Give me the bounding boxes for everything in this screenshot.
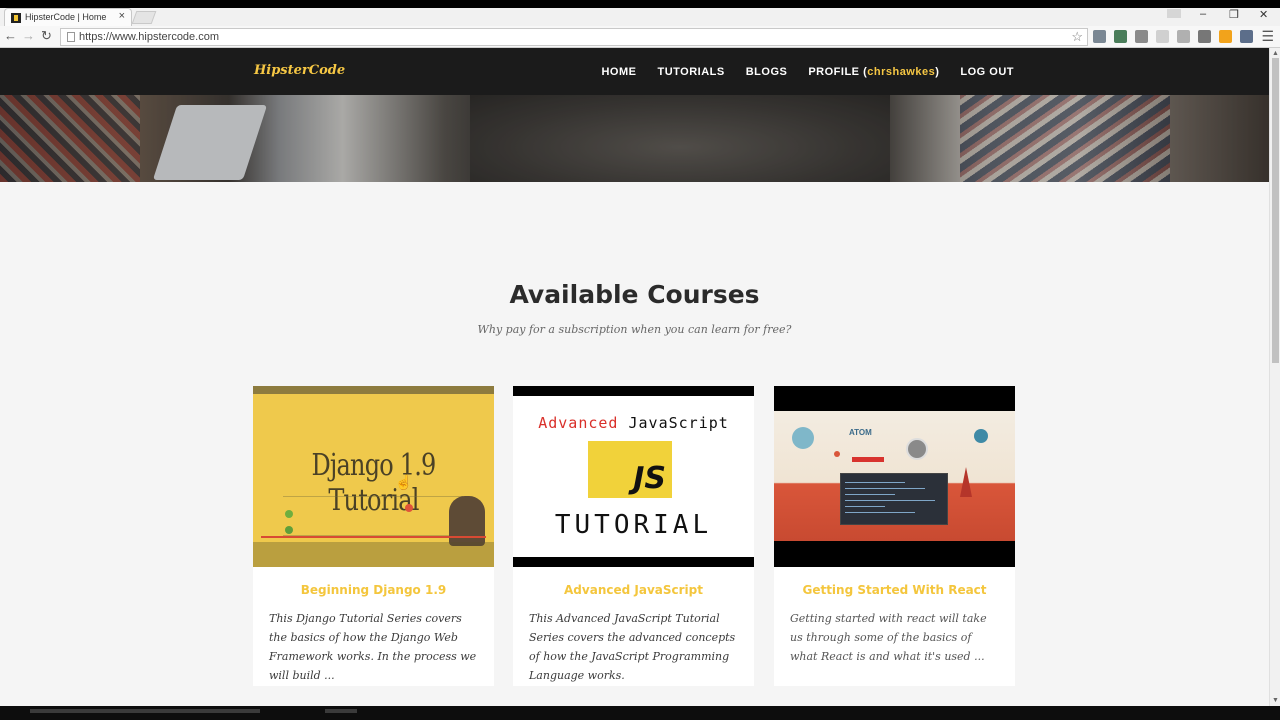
- course-card[interactable]: Advanced JavaScript JS TUTORIAL Advanced…: [513, 386, 754, 686]
- favicon-icon: [11, 13, 21, 23]
- restore-button[interactable]: ❐: [1229, 8, 1239, 21]
- thumbnail-javascript: JavaScript: [628, 414, 729, 432]
- profile-username: chrshawkes: [867, 66, 936, 78]
- profile-icon[interactable]: [1167, 9, 1181, 18]
- title-bar: [0, 0, 1280, 8]
- download-icon[interactable]: [1135, 30, 1148, 43]
- scrollbar-thumb[interactable]: [1272, 58, 1279, 363]
- tab-strip: HipsterCode | Home × – ❐ ✕: [0, 0, 1280, 26]
- nav-logout[interactable]: LOG OUT: [960, 66, 1014, 78]
- back-icon[interactable]: ←: [4, 29, 17, 43]
- main-nav: HOME TUTORIALS BLOGS PROFILE (chrshawkes…: [601, 66, 1014, 78]
- video-progress: [261, 536, 486, 538]
- course-thumbnail[interactable]: ATOM: [774, 386, 1015, 567]
- hero-image: [0, 95, 1269, 182]
- tab-close-icon[interactable]: ×: [119, 10, 125, 22]
- editor-window: [840, 473, 948, 525]
- profile-prefix: PROFILE (: [808, 66, 868, 78]
- cursor-icon: ☝: [395, 474, 413, 490]
- extension-icon-3[interactable]: [1156, 30, 1169, 43]
- course-card[interactable]: Django 1.9 Tutorial ☝ Beginning Django 1…: [253, 386, 494, 686]
- course-thumbnail[interactable]: Advanced JavaScript JS TUTORIAL: [513, 386, 754, 567]
- horizontal-scrollbar[interactable]: [0, 706, 1280, 720]
- extension-icon-6[interactable]: [1219, 30, 1232, 43]
- extension-icon-7[interactable]: [1240, 30, 1253, 43]
- reload-icon[interactable]: ↻: [41, 29, 52, 43]
- course-thumbnail[interactable]: Django 1.9 Tutorial ☝: [253, 386, 494, 567]
- browser-toolbar: ← → ↻ https://www.hipstercode.com ☆ ☰: [0, 26, 1280, 48]
- nav-profile[interactable]: PROFILE (chrshawkes): [808, 66, 939, 78]
- site-navbar: HipsterCode HOME TUTORIALS BLOGS PROFILE…: [0, 48, 1269, 95]
- nav-blogs[interactable]: BLOGS: [746, 66, 788, 78]
- video-controls[interactable]: [253, 542, 494, 567]
- minimize-button[interactable]: –: [1200, 8, 1206, 20]
- course-description: This Advanced JavaScript Tutorial Series…: [529, 612, 736, 682]
- course-title[interactable]: Getting Started With React: [774, 583, 1015, 597]
- forward-icon[interactable]: →: [22, 29, 35, 43]
- atom-logo: ATOM: [849, 428, 872, 437]
- presenter-image: [449, 496, 485, 546]
- rocket-icon: [960, 467, 972, 497]
- extension-icon-4[interactable]: [1177, 30, 1190, 43]
- site-logo[interactable]: HipsterCode: [254, 63, 345, 78]
- thumbnail-tutorial: TUTORIAL: [554, 510, 713, 540]
- extension-icon-1[interactable]: [1093, 30, 1106, 43]
- scroll-up-icon[interactable]: ▲: [1272, 50, 1279, 57]
- course-title[interactable]: Advanced JavaScript: [513, 583, 754, 597]
- course-title[interactable]: Beginning Django 1.9: [253, 583, 494, 597]
- address-bar[interactable]: https://www.hipstercode.com ☆: [60, 28, 1088, 46]
- thumbnail-advanced: Advanced: [538, 414, 619, 432]
- new-tab-button[interactable]: [131, 11, 157, 24]
- nav-tutorials[interactable]: TUTORIALS: [657, 66, 724, 78]
- play-icon: [906, 438, 928, 460]
- scroll-down-icon[interactable]: ▼: [1272, 697, 1279, 704]
- extension-icon-5[interactable]: [1198, 30, 1211, 43]
- page-icon: [67, 32, 75, 42]
- course-card[interactable]: ATOM Getting Started With React Getting …: [774, 386, 1015, 686]
- course-description: Getting started with react will take us …: [790, 612, 987, 663]
- browser-window: HipsterCode | Home × – ❐ ✕ ← → ↻ https:/…: [0, 0, 1280, 720]
- tab-title: HipsterCode | Home: [25, 12, 107, 22]
- atom-screenshot: ATOM: [774, 411, 1015, 541]
- bookmark-star-icon[interactable]: ☆: [1071, 29, 1083, 45]
- url-text[interactable]: https://www.hipstercode.com: [79, 31, 219, 43]
- vertical-scrollbar[interactable]: ▲ ▼: [1269, 48, 1280, 706]
- section-title: Available Courses: [509, 280, 760, 309]
- browser-tab[interactable]: HipsterCode | Home ×: [4, 8, 132, 26]
- section-subtitle: Why pay for a subscription when you can …: [477, 323, 792, 336]
- js-logo-icon: JS: [588, 441, 672, 498]
- close-window-button[interactable]: ✕: [1259, 8, 1268, 21]
- nav-home[interactable]: HOME: [601, 66, 636, 78]
- course-description: This Django Tutorial Series covers the b…: [269, 612, 477, 682]
- menu-icon[interactable]: ☰: [1261, 28, 1274, 45]
- extension-icon-2[interactable]: [1114, 30, 1127, 43]
- profile-suffix: ): [935, 66, 940, 78]
